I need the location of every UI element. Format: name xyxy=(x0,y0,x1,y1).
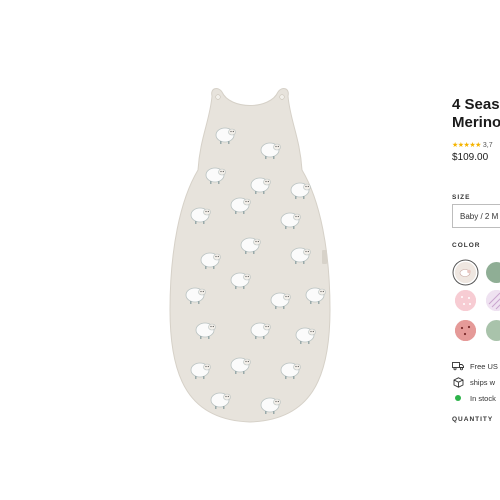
perk-ships: ships w xyxy=(452,376,495,388)
rating[interactable]: ★★★★★ 3,7 xyxy=(452,141,493,150)
color-swatch-sage[interactable] xyxy=(486,262,500,283)
product-gallery xyxy=(0,0,440,500)
perk-shipping: Free US xyxy=(452,360,498,372)
perk-stock-text: In stock xyxy=(470,393,496,403)
in-stock-dot-icon xyxy=(452,392,464,404)
color-swatch-sheep-cream[interactable] xyxy=(455,262,476,283)
dot-pattern-icon xyxy=(455,290,476,311)
price: $109.00 xyxy=(452,152,489,163)
color-swatch-pink-dot[interactable] xyxy=(455,290,476,311)
review-count[interactable]: 3,7 xyxy=(483,142,493,149)
product-image[interactable] xyxy=(140,80,360,440)
color-label: COLOR xyxy=(452,242,481,249)
perk-stock: In stock xyxy=(452,392,496,404)
sheep-pattern-icon xyxy=(455,262,476,283)
truck-icon xyxy=(452,360,464,372)
size-label: SIZE xyxy=(452,194,471,201)
box-icon xyxy=(452,376,464,388)
product-title-line2: Merino xyxy=(452,114,500,131)
star-rating-icon: ★★★★★ xyxy=(452,142,481,149)
perk-ships-text: ships w xyxy=(470,377,496,387)
color-swatch-lavender-stripe[interactable] xyxy=(486,290,500,311)
product-info-panel: 4 Season Merino ★★★★★ 3,7 $109.00 SIZE B… xyxy=(452,0,500,500)
product-title-line1: 4 Season xyxy=(452,96,500,113)
stripe-pattern-icon xyxy=(486,290,500,311)
color-swatch-red-dot[interactable] xyxy=(455,320,476,341)
perk-shipping-text: Free US xyxy=(470,361,498,371)
size-select[interactable]: Baby / 2 M xyxy=(452,204,500,228)
dot-pattern-icon xyxy=(455,320,476,341)
color-swatch-green[interactable] xyxy=(486,320,500,341)
quantity-label: QUANTITY xyxy=(452,416,494,423)
product-title: 4 Season Merino xyxy=(452,96,500,132)
